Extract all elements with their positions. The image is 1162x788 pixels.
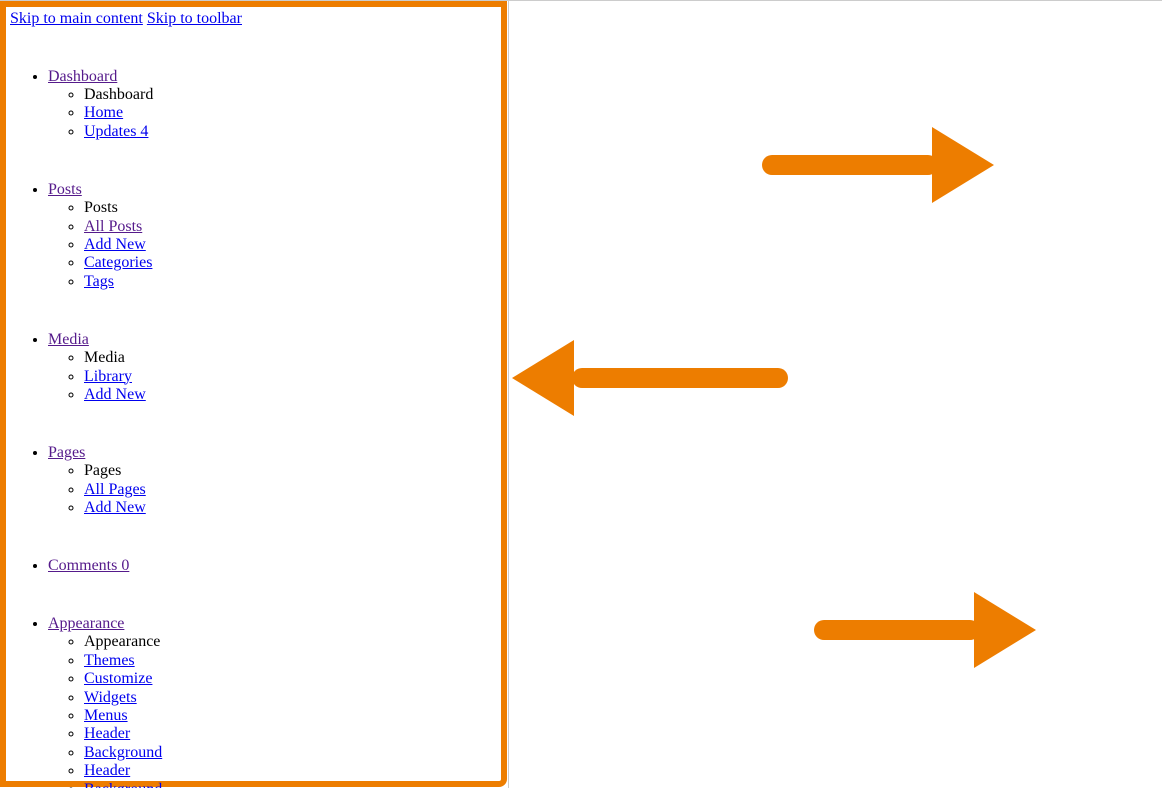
appearance-static: Appearance bbox=[84, 633, 497, 651]
posts-tags-link[interactable]: Tags bbox=[84, 273, 114, 290]
admin-menu-panel: Skip to main content Skip to toolbar Das… bbox=[6, 7, 501, 788]
vertical-divider bbox=[508, 1, 509, 788]
menu-item-appearance: Appearance Appearance Themes Customize W… bbox=[48, 587, 497, 788]
pages-link[interactable]: Pages bbox=[48, 444, 85, 462]
appearance-widgets-link[interactable]: Widgets bbox=[84, 689, 137, 706]
pages-submenu: Pages All Pages Add New bbox=[48, 462, 497, 517]
arrow-right-head-icon-2 bbox=[974, 592, 1036, 668]
pages-static: Pages bbox=[84, 462, 497, 480]
appearance-background1-link[interactable]: Background bbox=[84, 744, 162, 761]
posts-link[interactable]: Posts bbox=[48, 181, 82, 199]
posts-submenu: Posts All Posts Add New Categories Tags bbox=[48, 199, 497, 291]
menu-item-comments: Comments 0 bbox=[48, 529, 497, 575]
menu-item-pages: Pages Pages All Pages Add New bbox=[48, 416, 497, 517]
admin-menu-list: Dashboard Dashboard Home Updates 4 Posts… bbox=[10, 40, 497, 788]
comments-link[interactable]: Comments 0 bbox=[48, 557, 129, 575]
appearance-submenu: Appearance Themes Customize Widgets Menu… bbox=[48, 633, 497, 788]
posts-categories-link[interactable]: Categories bbox=[84, 254, 152, 271]
skip-toolbar-link[interactable]: Skip to toolbar bbox=[147, 10, 242, 27]
appearance-header2-link[interactable]: Header bbox=[84, 762, 130, 779]
page-root: Skip to main content Skip to toolbar Das… bbox=[0, 0, 1162, 788]
media-link[interactable]: Media bbox=[48, 331, 89, 349]
media-submenu: Media Library Add New bbox=[48, 349, 497, 404]
pages-all-link[interactable]: All Pages bbox=[84, 481, 146, 498]
appearance-menus-link[interactable]: Menus bbox=[84, 707, 128, 724]
posts-add-new-link[interactable]: Add New bbox=[84, 236, 146, 253]
dashboard-home-link[interactable]: Home bbox=[84, 104, 123, 121]
appearance-header1-link[interactable]: Header bbox=[84, 725, 130, 742]
highlighted-panel: Skip to main content Skip to toolbar Das… bbox=[0, 1, 507, 787]
arrow-left-icon bbox=[572, 368, 788, 388]
appearance-link[interactable]: Appearance bbox=[48, 615, 124, 633]
media-library-link[interactable]: Library bbox=[84, 368, 132, 385]
menu-item-posts: Posts Posts All Posts Add New Categories… bbox=[48, 153, 497, 291]
appearance-customize-link[interactable]: Customize bbox=[84, 670, 152, 687]
dashboard-submenu: Dashboard Home Updates 4 bbox=[48, 86, 497, 141]
arrow-right-icon-2 bbox=[814, 620, 980, 640]
skip-main-link[interactable]: Skip to main content bbox=[10, 10, 143, 27]
menu-item-media: Media Media Library Add New bbox=[48, 303, 497, 404]
arrow-right-icon bbox=[762, 155, 938, 175]
arrow-right-head-icon bbox=[932, 127, 994, 203]
dashboard-static: Dashboard bbox=[84, 86, 497, 104]
dashboard-updates-link[interactable]: Updates 4 bbox=[84, 123, 148, 140]
media-static: Media bbox=[84, 349, 497, 367]
posts-all-link[interactable]: All Posts bbox=[84, 218, 142, 235]
appearance-background2-link[interactable]: Background bbox=[84, 781, 162, 788]
skip-links: Skip to main content Skip to toolbar bbox=[10, 10, 497, 28]
dashboard-link[interactable]: Dashboard bbox=[48, 68, 117, 86]
media-add-new-link[interactable]: Add New bbox=[84, 386, 146, 403]
menu-item-dashboard: Dashboard Dashboard Home Updates 4 bbox=[48, 40, 497, 141]
posts-static: Posts bbox=[84, 199, 497, 217]
appearance-themes-link[interactable]: Themes bbox=[84, 652, 135, 669]
pages-add-new-link[interactable]: Add New bbox=[84, 499, 146, 516]
arrow-left-head-icon bbox=[512, 340, 574, 416]
